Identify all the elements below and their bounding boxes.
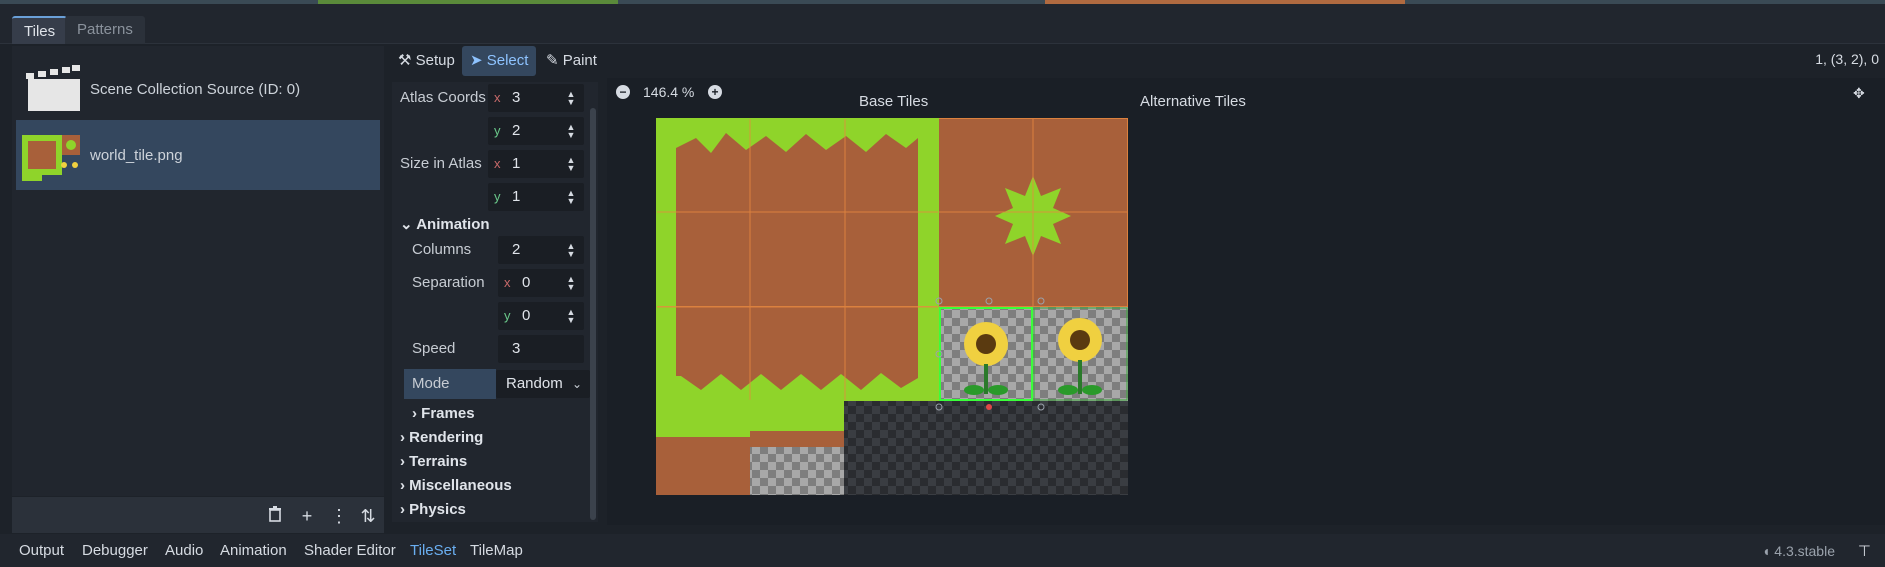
coordinates-readout: 1, (3, 2), 0 xyxy=(1815,51,1879,67)
frames-section[interactable]: › Frames xyxy=(412,405,475,422)
size-in-atlas-y-field[interactable]: y 1 ▲ ▼ xyxy=(488,183,584,211)
mode-select[interactable]: Random ⌄ xyxy=(496,370,590,398)
panel-tabs-bar: Tiles Patterns xyxy=(0,4,1885,44)
spinner-icon[interactable]: ▲ ▼ xyxy=(566,308,576,325)
spinner-icon[interactable]: ▲ ▼ xyxy=(566,242,576,259)
tab-animation[interactable]: Animation xyxy=(220,542,287,559)
base-tiles-label: Base Tiles xyxy=(859,93,929,110)
chevron-right-icon: › xyxy=(400,477,405,494)
paint-button[interactable]: ✎ Paint xyxy=(538,46,605,76)
wrench-icon: ⚒ xyxy=(398,52,412,69)
sources-list: Scene Collection Source (ID: 0) world_ti… xyxy=(12,46,384,496)
tab-debugger[interactable]: Debugger xyxy=(82,542,148,559)
spinner-icon[interactable]: ▲ ▼ xyxy=(566,90,576,107)
tab-tiles[interactable]: Tiles xyxy=(12,16,68,44)
chevron-down-icon: ⌄ xyxy=(571,377,582,391)
zoom-in-icon[interactable]: + xyxy=(708,85,722,99)
source-label: Scene Collection Source (ID: 0) xyxy=(90,80,301,98)
terrains-section[interactable]: › Terrains xyxy=(400,453,467,470)
chevron-right-icon: › xyxy=(400,501,405,518)
size-in-atlas-label: Size in Atlas xyxy=(400,155,482,172)
select-button[interactable]: ➤ Select xyxy=(462,46,537,76)
cursor-icon: ➤ xyxy=(470,52,483,69)
physics-section[interactable]: › Physics xyxy=(400,501,466,518)
setup-button[interactable]: ⚒ Setup xyxy=(390,46,463,76)
alternative-tiles-label: Alternative Tiles xyxy=(1140,93,1246,110)
tab-shader-editor[interactable]: Shader Editor xyxy=(304,542,396,559)
rendering-section[interactable]: › Rendering xyxy=(400,429,483,446)
sort-icon[interactable]: ⇅ xyxy=(357,505,379,527)
separation-x-field[interactable]: x 0 ▲ ▼ xyxy=(498,269,584,297)
tile-atlas[interactable] xyxy=(656,118,1128,495)
source-label: world_tile.png xyxy=(90,146,183,164)
separation-y-field[interactable]: y 0 ▲ ▼ xyxy=(498,302,584,330)
center-view-icon[interactable]: ✥ xyxy=(1853,85,1865,102)
animation-section[interactable]: ⌄ Animation xyxy=(400,215,490,233)
chevron-down-icon: ⌄ xyxy=(400,216,413,233)
zoom-out-icon[interactable]: − xyxy=(616,85,630,99)
speed-label: Speed xyxy=(412,340,456,357)
more-vertical-icon[interactable]: ⋮ xyxy=(328,505,350,527)
tileset-toolbar: ⚒ Setup ➤ Select ✎ Paint 1, (3, 2), 0 xyxy=(390,46,1885,76)
list-item-world-tile[interactable]: world_tile.png xyxy=(16,120,380,190)
chevron-right-icon: › xyxy=(400,429,405,446)
list-item-scene-collection[interactable]: Scene Collection Source (ID: 0) xyxy=(16,54,380,124)
atlas-coords-x-field[interactable]: x 3 ▲ ▼ xyxy=(488,84,584,112)
size-in-atlas-x-field[interactable]: x 1 ▲ ▼ xyxy=(488,150,584,178)
atlas-coords-y-field[interactable]: y 2 ▲ ▼ xyxy=(488,117,584,145)
dirt-center xyxy=(676,133,918,390)
mode-row: Mode Random ⌄ xyxy=(404,369,590,399)
version-label: ◖ 4.3.stable xyxy=(1761,543,1835,559)
tab-patterns[interactable]: Patterns xyxy=(65,16,145,44)
atlas-coords-label: Atlas Coords xyxy=(400,89,486,106)
chevron-right-icon: › xyxy=(400,453,405,470)
separation-label: Separation xyxy=(412,274,485,291)
tab-audio[interactable]: Audio xyxy=(165,542,203,559)
zoom-level: 146.4 % xyxy=(643,84,695,100)
tab-tilemap[interactable]: TileMap xyxy=(470,542,523,559)
columns-label: Columns xyxy=(412,241,472,258)
speed-field[interactable]: 3 xyxy=(498,335,584,363)
sources-toolbar: + ⋮ ⇅ xyxy=(12,497,384,533)
bottom-panel-tabs: Output Debugger Audio Animation Shader E… xyxy=(0,534,1885,567)
columns-field[interactable]: 2 ▲ ▼ xyxy=(498,236,584,264)
tab-tileset[interactable]: TileSet xyxy=(410,542,456,559)
scene-collection-icon xyxy=(20,61,82,117)
chevron-right-icon: › xyxy=(412,405,417,422)
spinner-icon[interactable]: ▲ ▼ xyxy=(566,123,576,140)
mode-label: Mode xyxy=(412,375,450,392)
pin-panel-icon[interactable]: ⊤ xyxy=(1858,542,1871,560)
engine-icon: ◖ xyxy=(1761,543,1771,559)
add-icon[interactable]: + xyxy=(296,505,318,527)
tab-output[interactable]: Output xyxy=(19,542,64,559)
spinner-icon[interactable]: ▲ ▼ xyxy=(566,189,576,206)
world-tile-thumbnail xyxy=(20,127,82,183)
miscellaneous-section[interactable]: › Miscellaneous xyxy=(400,477,512,494)
trash-icon[interactable] xyxy=(264,505,286,527)
inspector-scrollbar[interactable] xyxy=(590,108,596,520)
brush-icon: ✎ xyxy=(546,52,559,69)
spinner-icon[interactable]: ▲ ▼ xyxy=(566,275,576,292)
spinner-icon[interactable]: ▲ ▼ xyxy=(566,156,576,173)
